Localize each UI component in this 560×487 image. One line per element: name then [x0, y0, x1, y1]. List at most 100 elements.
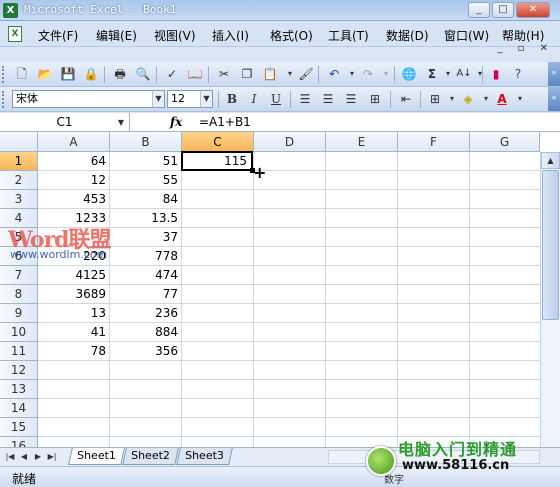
cell-a11[interactable]: 78	[38, 342, 110, 361]
cell-b7[interactable]: 474	[110, 266, 182, 285]
paste-icon[interactable]: 📋	[262, 66, 278, 82]
next-sheet-icon[interactable]: ▶	[32, 450, 44, 464]
open-icon[interactable]: 📂	[37, 66, 53, 82]
toolbar-options-icon[interactable]: »	[548, 62, 560, 86]
undo-dropdown-icon[interactable]: ▾	[344, 66, 360, 82]
chart-wizard-icon[interactable]: ▮	[488, 66, 504, 82]
format-painter-icon[interactable]: 🖌	[298, 66, 314, 82]
cell-b10[interactable]: 884	[110, 323, 182, 342]
cell-a1[interactable]: 64	[38, 152, 110, 171]
print-icon[interactable]: 🖶	[112, 66, 128, 82]
print-preview-icon[interactable]: 🔍	[135, 66, 151, 82]
cell-a3[interactable]: 453	[38, 190, 110, 209]
hyperlink-icon[interactable]: 🌐	[401, 66, 417, 82]
save-icon[interactable]: 💾	[60, 66, 76, 82]
tab-sheet2[interactable]: Sheet2	[122, 448, 179, 465]
row-header-11[interactable]: 11	[0, 342, 38, 361]
menu-data[interactable]: 数据(D)	[386, 27, 429, 44]
menu-format[interactable]: 格式(O)	[270, 27, 313, 44]
fill-color-dropdown-icon[interactable]: ▾	[478, 91, 494, 107]
last-sheet-icon[interactable]: ▶|	[46, 450, 58, 464]
cell-c1-active[interactable]: 115	[181, 151, 253, 171]
borders-icon[interactable]: ⊞	[427, 91, 443, 107]
fill-color-icon[interactable]: ◈	[460, 91, 476, 107]
chevron-down-icon[interactable]: ▼	[114, 113, 128, 132]
chevron-down-icon[interactable]: ▼	[152, 91, 164, 107]
cell-b3[interactable]: 84	[110, 190, 182, 209]
menu-insert[interactable]: 插入(I)	[212, 27, 249, 44]
toolbar-options-icon[interactable]: »	[548, 87, 560, 111]
row-header-2[interactable]: 2	[0, 171, 38, 190]
minimize-button[interactable]: _	[468, 2, 490, 18]
row-header-13[interactable]: 13	[0, 380, 38, 399]
menu-view[interactable]: 视图(V)	[154, 27, 196, 44]
cell-a10[interactable]: 41	[38, 323, 110, 342]
close-button[interactable]: ✕	[516, 2, 550, 18]
menu-window[interactable]: 窗口(W)	[444, 27, 489, 44]
column-header-c[interactable]: C	[182, 132, 254, 152]
cell-b11[interactable]: 356	[110, 342, 182, 361]
align-left-icon[interactable]: ☰	[297, 91, 313, 107]
menu-help[interactable]: 帮助(H)	[502, 27, 544, 44]
row-header-8[interactable]: 8	[0, 285, 38, 304]
worksheet-grid[interactable]: ABCDEFG 1 2 3 4 5 6 7 8 9 10 11 12 13 14 15 16 64 12 453 1…	[0, 132, 560, 447]
row-header-9[interactable]: 9	[0, 304, 38, 323]
cell-a9[interactable]: 13	[38, 304, 110, 323]
vertical-scroll-thumb[interactable]	[542, 170, 559, 320]
vertical-scrollbar[interactable]: ▲	[540, 152, 560, 447]
cell-a2[interactable]: 12	[38, 171, 110, 190]
spelling-icon[interactable]: ✓	[164, 66, 180, 82]
menu-tools[interactable]: 工具(T)	[328, 27, 369, 44]
insert-function-icon[interactable]: fx	[170, 115, 182, 129]
tab-sheet3[interactable]: Sheet3	[176, 448, 233, 465]
merge-center-icon[interactable]: ⊞	[367, 91, 383, 107]
redo-icon[interactable]: ↷	[360, 66, 376, 82]
menu-edit[interactable]: 编辑(E)	[96, 27, 137, 44]
borders-dropdown-icon[interactable]: ▾	[444, 91, 460, 107]
row-header-7[interactable]: 7	[0, 266, 38, 285]
column-header-g[interactable]: G	[470, 132, 540, 152]
sort-ascending-icon[interactable]: A↓	[456, 66, 472, 82]
permission-icon[interactable]: 🔒	[83, 66, 99, 82]
excel-app-icon[interactable]: X	[3, 3, 18, 18]
row-header-10[interactable]: 10	[0, 323, 38, 342]
bold-icon[interactable]: B	[224, 91, 240, 107]
cell-b6[interactable]: 778	[110, 247, 182, 266]
prev-sheet-icon[interactable]: ◀	[18, 450, 30, 464]
row-header-1[interactable]: 1	[0, 152, 38, 171]
autosum-dropdown-icon[interactable]: ▾	[440, 66, 456, 82]
select-all-corner[interactable]	[0, 132, 38, 152]
paste-dropdown-icon[interactable]: ▾	[282, 66, 298, 82]
workbook-icon[interactable]: X	[8, 26, 22, 42]
row-header-15[interactable]: 15	[0, 418, 38, 437]
cell-b4[interactable]: 13.5	[110, 209, 182, 228]
font-color-icon[interactable]: A	[494, 91, 510, 107]
toolbar-grip[interactable]	[2, 91, 5, 108]
cell-b5[interactable]: 37	[110, 228, 182, 247]
workbook-window-controls[interactable]: _ ▫ ✕	[497, 43, 554, 54]
research-icon[interactable]: 📖	[187, 66, 203, 82]
font-color-dropdown-icon[interactable]: ▾	[512, 91, 528, 107]
align-center-icon[interactable]: ☰	[320, 91, 336, 107]
undo-icon[interactable]: ↶	[326, 66, 342, 82]
maximize-button[interactable]: □	[492, 2, 514, 18]
align-right-icon[interactable]: ☰	[343, 91, 359, 107]
cell-a7[interactable]: 4125	[38, 266, 110, 285]
column-header-e[interactable]: E	[326, 132, 398, 152]
indent-icon[interactable]: ⇤	[398, 91, 414, 107]
autosum-icon[interactable]: Σ	[424, 66, 440, 82]
cell-a8[interactable]: 3689	[38, 285, 110, 304]
cut-icon[interactable]: ✂	[216, 66, 232, 82]
row-header-14[interactable]: 14	[0, 399, 38, 418]
row-header-16[interactable]: 16	[0, 437, 38, 447]
underline-icon[interactable]: U	[268, 91, 284, 107]
menu-file[interactable]: 文件(F)	[38, 27, 78, 44]
row-header-12[interactable]: 12	[0, 361, 38, 380]
chevron-down-icon[interactable]: ▼	[200, 91, 212, 107]
font-name-combo[interactable]: 宋体 ▼	[12, 90, 165, 108]
help-icon[interactable]: ?	[510, 66, 526, 82]
copy-icon[interactable]: ❐	[239, 66, 255, 82]
redo-dropdown-icon[interactable]: ▾	[378, 66, 394, 82]
sort-dropdown-icon[interactable]: ▾	[472, 66, 488, 82]
new-icon[interactable]: 🗋	[14, 66, 30, 82]
